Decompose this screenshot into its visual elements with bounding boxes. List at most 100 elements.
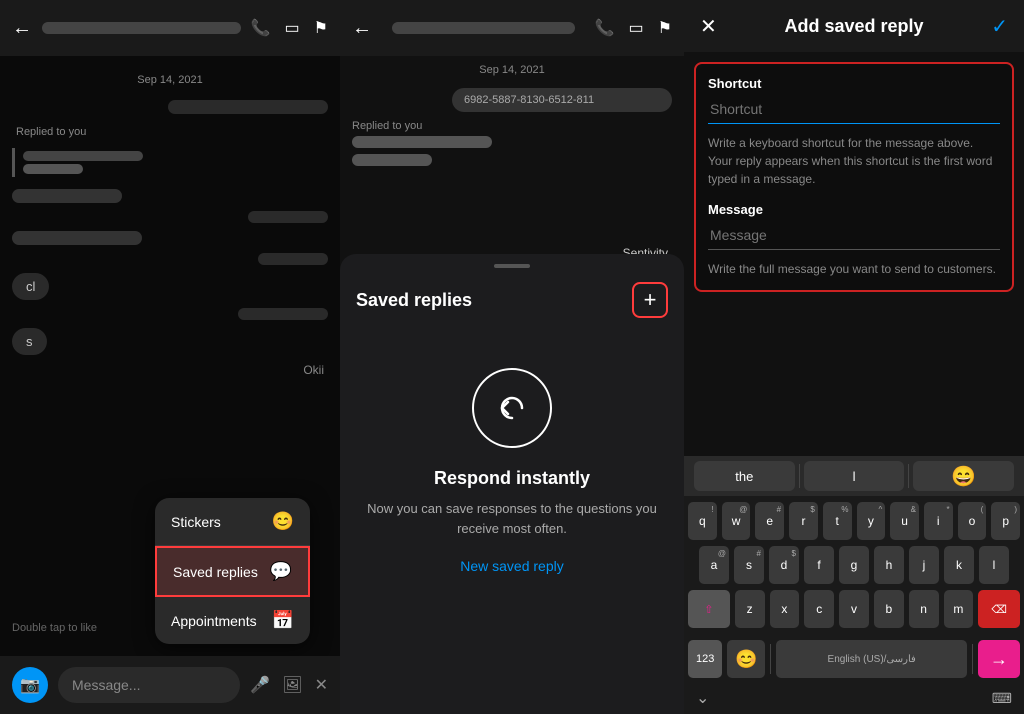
message-input[interactable]: Message... [58,667,240,703]
key-go[interactable]: → [978,640,1020,678]
contact-name-blurred [42,22,241,34]
header-icons: 📞 ▭ ⚑ [595,18,672,38]
key-backspace[interactable]: ⌫ [978,590,1020,628]
appointments-icon: 📅 [272,610,294,631]
flag-icon[interactable]: ⚑ [314,18,328,38]
message-bubble [12,231,142,245]
message-bubble [258,253,328,265]
stickers-menu-item[interactable]: Stickers 😊 [155,498,310,546]
key-space[interactable]: English (US)/فارسی [776,640,967,678]
panel3-header: ✕ Add saved reply ✓ [684,0,1024,52]
keyboard-bottom-row: 123 😊 English (US)/فارسی → [684,640,1024,684]
message-bubble [248,211,328,223]
suggestion-l[interactable]: l [804,461,905,491]
chat-panel: ← 📞 ▭ ⚑ Sep 14, 2021 Replied to you [0,0,340,714]
keyboard-suggestions: the l 😄 [684,456,1024,496]
header-icons: 📞 ▭ ⚑ [251,18,328,38]
key-l[interactable]: l [979,546,1009,584]
key-u[interactable]: u& [890,502,919,540]
keyboard-down-icon[interactable]: ⌄ [696,688,709,708]
gallery-icon[interactable]: 🖼 [282,675,302,695]
video-icon[interactable]: ▭ [629,18,644,38]
shortcut-input[interactable] [708,97,1000,124]
key-t[interactable]: t% [823,502,852,540]
video-icon[interactable]: ▭ [285,18,300,38]
saved-replies-menu-item[interactable]: Saved replies 💬 [155,546,310,597]
message-bubble [238,308,328,320]
appointments-label: Appointments [171,613,257,629]
key-q[interactable]: q! [688,502,717,540]
key-h[interactable]: h [874,546,904,584]
empty-title: Respond instantly [434,468,590,489]
date-label: Sep 14, 2021 [12,74,328,86]
empty-description: Now you can save responses to the questi… [364,499,660,538]
mic-icon[interactable]: 🎤 [250,675,270,695]
key-z[interactable]: z [735,590,765,628]
key-f[interactable]: f [804,546,834,584]
suggestion-the[interactable]: the [694,461,795,491]
key-emoji[interactable]: 😊 [727,640,765,678]
input-icons: 🎤 🖼 ✕ [250,675,328,695]
call-icon[interactable]: 📞 [595,18,615,38]
reply-icon-circle [472,368,552,448]
key-k[interactable]: k [944,546,974,584]
saved-replies-panel: ← 📞 ▭ ⚑ Sep 14, 2021 6982-5887-8130-6512… [340,0,684,714]
key-m[interactable]: m [944,590,974,628]
sheet-title: Saved replies [356,290,472,311]
blurred-msg [352,154,432,166]
okii-label: Okii [12,363,328,377]
key-numbers[interactable]: 123 [688,640,722,678]
key-e[interactable]: e# [755,502,784,540]
phone-number: 6982-5887-8130-6512-811 [464,94,594,106]
camera-button[interactable]: 📷 [12,667,48,703]
key-shift[interactable]: ⇧ [688,590,730,628]
key-x[interactable]: x [770,590,800,628]
add-reply-form: Shortcut Write a keyboard shortcut for t… [694,62,1014,292]
flag-icon[interactable]: ⚑ [658,18,672,38]
key-p[interactable]: p) [991,502,1020,540]
key-y[interactable]: y^ [857,502,886,540]
close-button[interactable]: ✕ [700,14,717,39]
key-g[interactable]: g [839,546,869,584]
add-saved-reply-panel: ✕ Add saved reply ✓ Shortcut Write a key… [684,0,1024,714]
key-d[interactable]: d$ [769,546,799,584]
key-b[interactable]: b [874,590,904,628]
replied-label: Replied to you [340,116,684,136]
panel3-title: Add saved reply [784,16,923,37]
call-icon[interactable]: 📞 [251,18,271,38]
keyboard-mic-row: ⌄ ⌨ [684,684,1024,714]
reply-box [12,148,328,177]
chat-messages: Sep 14, 2021 Replied to you cl [0,60,340,385]
back-icon[interactable]: ← [12,17,32,40]
key-o[interactable]: o( [958,502,987,540]
panel2-header: ← 📞 ▭ ⚑ [340,0,684,56]
key-n[interactable]: n [909,590,939,628]
key-v[interactable]: v [839,590,869,628]
message-label: Message [708,202,1000,217]
appointments-menu-item[interactable]: Appointments 📅 [155,597,310,644]
keyboard-rows: q! w@ e# r$ t% y^ u& i* o( p) a@ s# d$ f… [684,496,1024,640]
shortcut-label: Shortcut [708,76,1000,91]
key-i[interactable]: i* [924,502,953,540]
back-icon[interactable]: ← [352,17,372,40]
key-r[interactable]: r$ [789,502,818,540]
new-saved-reply-link[interactable]: New saved reply [460,558,564,574]
keyboard-settings-icon[interactable]: ⌨ [992,690,1012,707]
add-saved-reply-button[interactable]: + [632,282,668,318]
chat-header: ← 📞 ▭ ⚑ [0,0,340,56]
key-c[interactable]: c [804,590,834,628]
key-w[interactable]: w@ [722,502,751,540]
message-bubble [168,100,328,114]
close-icon[interactable]: ✕ [315,675,328,695]
reply-arrow-icon [494,390,530,426]
confirm-button[interactable]: ✓ [991,14,1008,39]
stickers-icon: 😊 [272,511,294,532]
suggestion-emoji[interactable]: 😄 [913,461,1014,491]
key-s[interactable]: s# [734,546,764,584]
key-a[interactable]: a@ [699,546,729,584]
key-j[interactable]: j [909,546,939,584]
context-menu: Stickers 😊 Saved replies 💬 Appointments … [155,498,310,644]
language-label: English (US)/فارسی [828,654,916,665]
sheet-header: Saved replies + [340,268,684,328]
message-input[interactable] [708,223,1000,250]
